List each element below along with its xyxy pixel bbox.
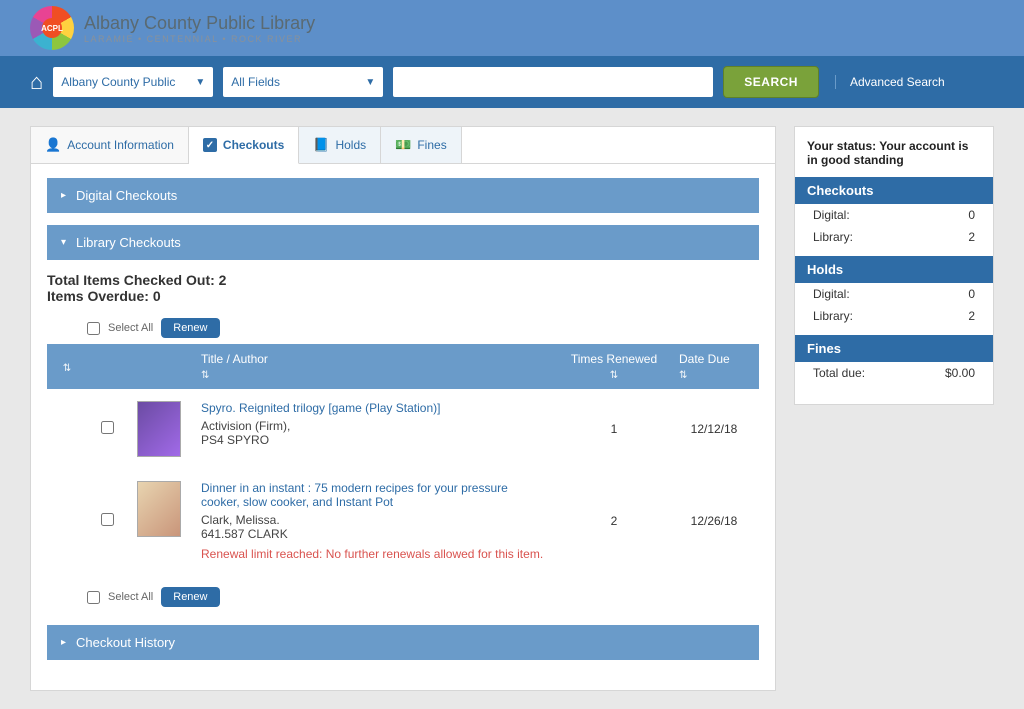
cover-image[interactable] — [137, 481, 181, 537]
item-call-number: 641.587 CLARK — [201, 527, 288, 541]
site-header: Albany County Public Library LARAMIE • C… — [0, 0, 1024, 56]
logo-text-block: Albany County Public Library LARAMIE • C… — [84, 13, 315, 44]
sidebar-holds-digital: Digital: 0 — [795, 283, 993, 305]
chevron-right-icon: ▸ — [61, 637, 66, 648]
row-checkbox[interactable] — [101, 421, 114, 434]
renewal-error: Renewal limit reached: No further renewa… — [201, 547, 549, 561]
org-name: Albany County Public Library — [84, 13, 315, 34]
checkmark-icon: ✓ — [203, 138, 217, 152]
section-label: Checkout History — [76, 635, 175, 650]
search-button[interactable]: SEARCH — [723, 66, 819, 98]
account-status-text: Your status: Your account is in good sta… — [795, 139, 993, 177]
fields-dropdown-label: All Fields — [231, 75, 280, 89]
row-checkbox[interactable] — [101, 513, 114, 526]
renew-button[interactable]: Renew — [161, 587, 219, 607]
sidebar-holds-header: Holds — [795, 256, 993, 283]
org-subline: LARAMIE • CENTENNIAL • ROCK RIVER — [84, 34, 315, 44]
tab-label: Checkouts — [223, 138, 284, 152]
scope-dropdown-label: Albany County Public — [61, 75, 175, 89]
select-all-label: Select All — [108, 322, 153, 334]
item-author: Activision (Firm), — [201, 419, 290, 433]
sidebar-checkouts-digital: Digital: 0 — [795, 204, 993, 226]
sort-icon: ⇅ — [569, 370, 659, 381]
section-library-checkouts[interactable]: ▾ Library Checkouts — [47, 225, 759, 260]
col-header-title-author[interactable]: Title / Author ⇅ — [191, 344, 559, 389]
tab-label: Fines — [417, 138, 446, 152]
sidebar-fines-total: Total due: $0.00 — [795, 362, 993, 384]
account-panel: 👤 Account Information ✓ Checkouts 📘 Hold… — [30, 126, 776, 691]
chevron-down-icon: ▼ — [365, 77, 375, 88]
sidebar-fines-header: Fines — [795, 335, 993, 362]
sort-icon: ⇅ — [201, 370, 549, 381]
sidebar-checkouts-header: Checkouts — [795, 177, 993, 204]
tab-account-info[interactable]: 👤 Account Information — [31, 127, 189, 164]
chevron-down-icon: ▼ — [195, 77, 205, 88]
item-call-number: PS4 SPYRO — [201, 433, 269, 447]
select-all-label: Select All — [108, 591, 153, 603]
user-icon: 👤 — [45, 137, 61, 153]
sidebar-checkouts-library: Library: 2 — [795, 226, 993, 248]
book-icon: 📘 — [313, 137, 329, 153]
chevron-right-icon: ▸ — [61, 190, 66, 201]
item-times-renewed: 2 — [559, 469, 669, 573]
renew-button[interactable]: Renew — [161, 318, 219, 338]
col-header-select — [87, 344, 127, 389]
scope-dropdown[interactable]: Albany County Public ▼ — [53, 67, 213, 97]
table-row: Dinner in an instant : 75 modern recipes… — [47, 469, 759, 573]
table-row: Spyro. Reignited trilogy [game (Play Sta… — [47, 389, 759, 469]
search-band: ⌂ Albany County Public ▼ All Fields ▼ SE… — [0, 56, 1024, 108]
section-label: Library Checkouts — [76, 235, 181, 250]
item-title-link[interactable]: Spyro. Reignited trilogy [game (Play Sta… — [201, 401, 440, 415]
section-digital-checkouts[interactable]: ▸ Digital Checkouts — [47, 178, 759, 213]
section-label: Digital Checkouts — [76, 188, 177, 203]
item-due-date: 12/12/18 — [669, 389, 759, 469]
tab-spacer — [462, 127, 775, 164]
cover-image[interactable] — [137, 401, 181, 457]
chevron-down-icon: ▾ — [61, 237, 66, 248]
search-input[interactable] — [393, 67, 713, 97]
site-logo[interactable]: Albany County Public Library LARAMIE • C… — [30, 6, 315, 50]
select-all-row-top: Select All Renew — [87, 318, 759, 338]
select-all-checkbox[interactable] — [87, 591, 100, 604]
item-times-renewed: 1 — [559, 389, 669, 469]
col-header-date-due[interactable]: Date Due ⇅ — [669, 344, 759, 389]
total-checked-out-line: Total Items Checked Out: 2 — [47, 272, 759, 288]
item-title-link[interactable]: Dinner in an instant : 75 modern recipes… — [201, 481, 549, 509]
sort-icon: ⇅ — [57, 363, 77, 374]
item-author: Clark, Melissa. — [201, 513, 280, 527]
item-due-date: 12/26/18 — [669, 469, 759, 573]
col-header-times-renewed[interactable]: Times Renewed ⇅ — [559, 344, 669, 389]
tab-label: Account Information — [67, 138, 174, 152]
col-header-sort[interactable]: ⇅ — [47, 344, 87, 389]
home-icon[interactable]: ⌂ — [30, 69, 43, 95]
sidebar-holds-library: Library: 2 — [795, 305, 993, 327]
account-tabs: 👤 Account Information ✓ Checkouts 📘 Hold… — [31, 127, 775, 164]
tab-fines[interactable]: 💵 Fines — [381, 127, 462, 164]
advanced-search-link[interactable]: Advanced Search — [835, 75, 945, 89]
items-overdue-line: Items Overdue: 0 — [47, 288, 759, 304]
sort-icon: ⇅ — [679, 370, 749, 381]
fields-dropdown[interactable]: All Fields ▼ — [223, 67, 383, 97]
money-icon: 💵 — [395, 137, 411, 153]
col-header-cover — [127, 344, 191, 389]
checkouts-table: ⇅ Title / Author ⇅ Times Renewed — [47, 344, 759, 573]
status-sidebar: Your status: Your account is in good sta… — [794, 126, 994, 405]
select-all-row-bottom: Select All Renew — [87, 587, 759, 607]
tab-holds[interactable]: 📘 Holds — [299, 127, 381, 164]
section-checkout-history[interactable]: ▸ Checkout History — [47, 625, 759, 660]
tab-label: Holds — [335, 138, 366, 152]
select-all-checkbox[interactable] — [87, 322, 100, 335]
tab-checkouts[interactable]: ✓ Checkouts — [189, 127, 299, 164]
logo-icon — [30, 6, 74, 50]
